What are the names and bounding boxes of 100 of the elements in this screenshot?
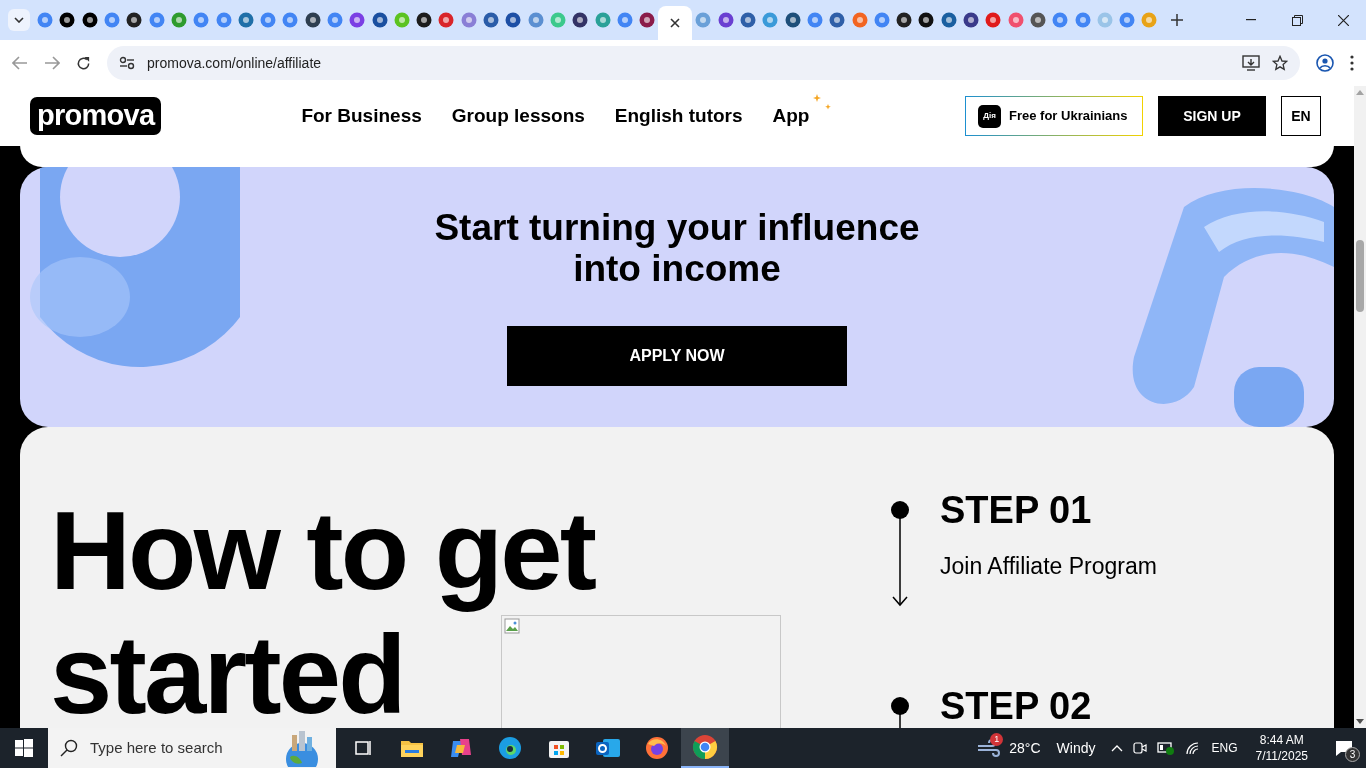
close-icon <box>670 18 681 28</box>
favicon-icon <box>349 12 366 28</box>
nav-link[interactable]: App <box>772 101 810 131</box>
favicon-icon <box>940 12 957 28</box>
favicon-icon <box>193 12 210 28</box>
forward-icon[interactable] <box>44 56 60 70</box>
broken-image-icon <box>504 618 520 634</box>
favicon-icon <box>148 12 165 28</box>
favicon-icon <box>126 12 143 28</box>
favicon-icon <box>438 12 455 28</box>
favicon-icon <box>985 12 1002 28</box>
diia-badge: Дія <box>978 104 1001 128</box>
favicon-icon <box>1096 12 1113 28</box>
favicon-icon <box>829 12 846 28</box>
favicon-icon <box>37 12 54 28</box>
favicon-icon <box>416 12 433 28</box>
taskbar-app-button[interactable] <box>681 728 729 768</box>
favicon-icon <box>393 12 410 28</box>
favicon-icon <box>616 12 633 28</box>
camera-icon[interactable] <box>1133 740 1148 756</box>
scrollbar-thumb[interactable] <box>1356 240 1364 312</box>
nav-link[interactable]: For Business <box>301 101 422 131</box>
folder-icon <box>399 738 424 758</box>
step-text: Join Affiliate Program <box>940 552 1157 581</box>
ukrainians-text: Free for Ukrainians <box>1009 107 1128 126</box>
favicon-icon <box>549 12 566 28</box>
chevron-up-icon[interactable] <box>1111 744 1124 752</box>
address-bar[interactable]: promova.com/online/affiliate <box>107 46 1300 80</box>
star-icon[interactable] <box>1272 55 1288 71</box>
copilot-icon <box>448 737 473 759</box>
edge-icon <box>497 736 522 760</box>
favicon-icon <box>762 12 779 28</box>
favicon-icon <box>1119 12 1136 28</box>
favicon-icon <box>170 12 187 28</box>
weather-condition: Windy <box>1056 738 1096 758</box>
scrollbar[interactable] <box>1354 86 1366 728</box>
restore-icon <box>1291 14 1303 26</box>
profile-icon[interactable] <box>1316 54 1334 72</box>
section-heading-line: started <box>50 613 404 728</box>
chrome-icon <box>692 734 718 760</box>
site-settings-icon <box>119 56 135 70</box>
favicon-icon <box>695 12 712 28</box>
scroll-down-icon <box>1356 719 1364 724</box>
language-button[interactable]: EN <box>1281 96 1321 136</box>
favicon-icon <box>282 12 299 28</box>
nav-link[interactable]: English tutors <box>614 101 743 131</box>
favicon-icon <box>851 12 868 28</box>
nav-link[interactable]: Group lessons <box>451 101 585 131</box>
favicon-icon <box>104 12 121 28</box>
step-label: STEP 01 <box>940 489 1093 531</box>
task-view-icon <box>352 739 373 757</box>
windows-icon <box>15 739 33 757</box>
favicon-icon <box>717 12 734 28</box>
menu-icon[interactable] <box>1350 55 1354 71</box>
chevron-down-icon <box>14 17 24 23</box>
close-icon <box>1337 14 1349 26</box>
favicon-icon <box>1052 12 1069 28</box>
favicon-icon <box>896 12 913 28</box>
time-text: 8:44 AM <box>1259 732 1304 748</box>
favicon-icon <box>639 12 656 28</box>
clock[interactable]: 8:44 AM 7/11/2025 <box>1255 732 1308 764</box>
taskbar-search-field[interactable]: Type here to search <box>48 728 336 768</box>
language-indicator[interactable]: ENG <box>1211 739 1238 757</box>
favicon-icon <box>1074 12 1091 28</box>
search-icon <box>60 739 78 757</box>
favicon-icon <box>215 12 232 28</box>
favicon-icon <box>873 12 890 28</box>
favicon-icon <box>327 12 343 28</box>
favicon-icon <box>483 12 500 28</box>
favicon-icon <box>59 12 76 28</box>
favicon-icon <box>527 12 544 28</box>
url-text: promova.com/online/affiliate <box>147 53 323 73</box>
back-icon[interactable] <box>12 56 28 70</box>
favicon-icon <box>918 12 935 28</box>
reload-icon[interactable] <box>76 55 91 71</box>
search-input[interactable]: Type here to search <box>90 736 268 760</box>
install-icon[interactable] <box>1242 55 1260 71</box>
favicon-icon <box>572 12 589 28</box>
notifications-button[interactable]: 3 <box>1322 728 1366 768</box>
apply-now-button[interactable]: APPLY NOW <box>507 326 847 386</box>
ukrainians-link[interactable]: Дія Free for Ukrainians <box>965 96 1143 136</box>
scroll-up-icon <box>1356 90 1364 95</box>
favicon-icon <box>460 12 477 28</box>
section-heading-line: How to get <box>50 489 595 613</box>
date-text: 7/11/2025 <box>1255 748 1308 764</box>
banner-title: Start turning your influence into income <box>434 207 920 289</box>
favicon-icon <box>237 12 254 28</box>
favicon-icon <box>505 12 522 28</box>
favicon-icon <box>594 12 611 28</box>
outlook-icon <box>594 736 621 760</box>
favicon-icon <box>81 12 98 28</box>
tab-search-button[interactable] <box>8 9 30 31</box>
logo[interactable]: promova <box>30 97 162 135</box>
temperature-text: 28°C <box>1009 738 1041 758</box>
firefox-icon <box>644 736 669 760</box>
sign-up-button[interactable]: SIGN UP <box>1158 96 1266 136</box>
favicon-icon <box>371 12 388 28</box>
battery-icon[interactable] <box>1157 741 1176 755</box>
favicon-icon <box>740 12 757 28</box>
weather-badge: 1 <box>990 733 1004 746</box>
